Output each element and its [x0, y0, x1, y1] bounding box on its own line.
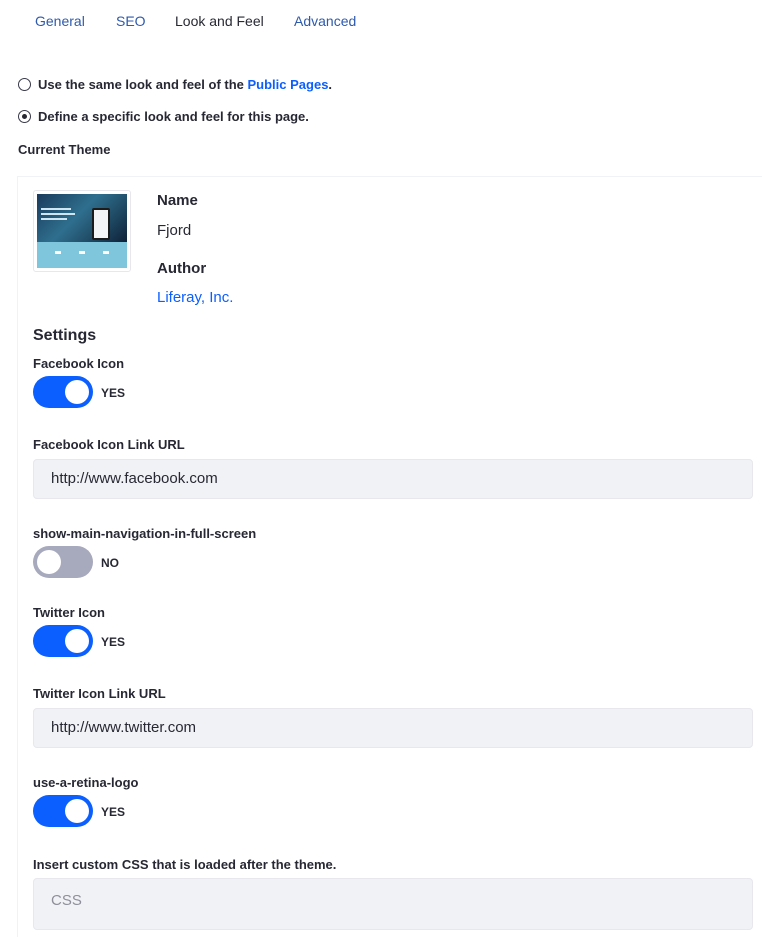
radio-label-same-suffix: .	[328, 77, 333, 92]
show-main-navigation-label: show-main-navigation-in-full-screen	[33, 526, 257, 541]
theme-preview-image	[37, 194, 127, 268]
thumbnail-band	[37, 242, 127, 268]
radio-button-same[interactable]	[18, 78, 31, 91]
theme-author-link[interactable]: Liferay, Inc.	[157, 289, 233, 306]
custom-css-textarea[interactable]: CSS	[33, 878, 753, 930]
thumbnail-dot	[79, 251, 85, 254]
toggle-knob	[65, 799, 89, 823]
radio-label-specific: Define a specific look and feel for this…	[38, 109, 309, 124]
twitter-icon-state: YES	[101, 635, 126, 649]
tab-seo[interactable]: SEO	[116, 12, 146, 30]
theme-panel	[17, 176, 762, 937]
twitter-url-input[interactable]: http://www.twitter.com	[33, 708, 753, 748]
radio-button-specific[interactable]	[18, 110, 31, 123]
thumbnail-dot	[103, 251, 109, 254]
twitter-icon-toggle[interactable]	[33, 625, 93, 657]
thumbnail-text-line	[41, 213, 75, 215]
retina-logo-label: use-a-retina-logo	[33, 775, 139, 790]
toggle-knob	[65, 380, 89, 404]
retina-logo-state: YES	[101, 805, 126, 819]
current-theme-label: Current Theme	[18, 142, 111, 157]
retina-logo-toggle[interactable]	[33, 795, 93, 827]
twitter-url-label: Twitter Icon Link URL	[33, 686, 166, 701]
tab-look-and-feel[interactable]: Look and Feel	[175, 12, 264, 30]
show-main-navigation-toggle[interactable]	[33, 546, 93, 578]
facebook-url-input[interactable]: http://www.facebook.com	[33, 459, 753, 499]
theme-name-value: Fjord	[157, 222, 192, 239]
radio-option-specific-look[interactable]: Define a specific look and feel for this…	[18, 109, 309, 124]
facebook-icon-toggle[interactable]	[33, 376, 93, 408]
facebook-url-label: Facebook Icon Link URL	[33, 437, 185, 452]
public-pages-link[interactable]: Public Pages	[248, 77, 329, 92]
toggle-knob	[65, 629, 89, 653]
radio-option-same-look[interactable]: Use the same look and feel of the Public…	[18, 77, 332, 92]
toggle-knob	[37, 550, 61, 574]
facebook-icon-label: Facebook Icon	[33, 356, 125, 371]
thumbnail-text-line	[41, 208, 71, 210]
radio-label-same-text: Use the same look and feel of the	[38, 77, 248, 92]
thumbnail-text-line	[41, 218, 67, 220]
tab-general[interactable]: General	[35, 12, 85, 30]
custom-css-label: Insert custom CSS that is loaded after t…	[33, 857, 337, 872]
settings-title: Settings	[33, 327, 97, 344]
thumbnail-dot	[55, 251, 61, 254]
facebook-icon-state: YES	[101, 386, 126, 400]
twitter-icon-label: Twitter Icon	[33, 605, 105, 620]
tab-advanced[interactable]: Advanced	[294, 12, 356, 30]
theme-author-label: Author	[157, 260, 207, 277]
show-main-navigation-state: NO	[101, 556, 119, 570]
thumbnail-phone	[92, 208, 110, 240]
tab-bar: General SEO Look and Feel Advanced	[0, 0, 762, 42]
theme-name-label: Name	[157, 192, 198, 209]
theme-thumbnail	[33, 190, 131, 272]
radio-label-same: Use the same look and feel of the Public…	[38, 77, 332, 92]
